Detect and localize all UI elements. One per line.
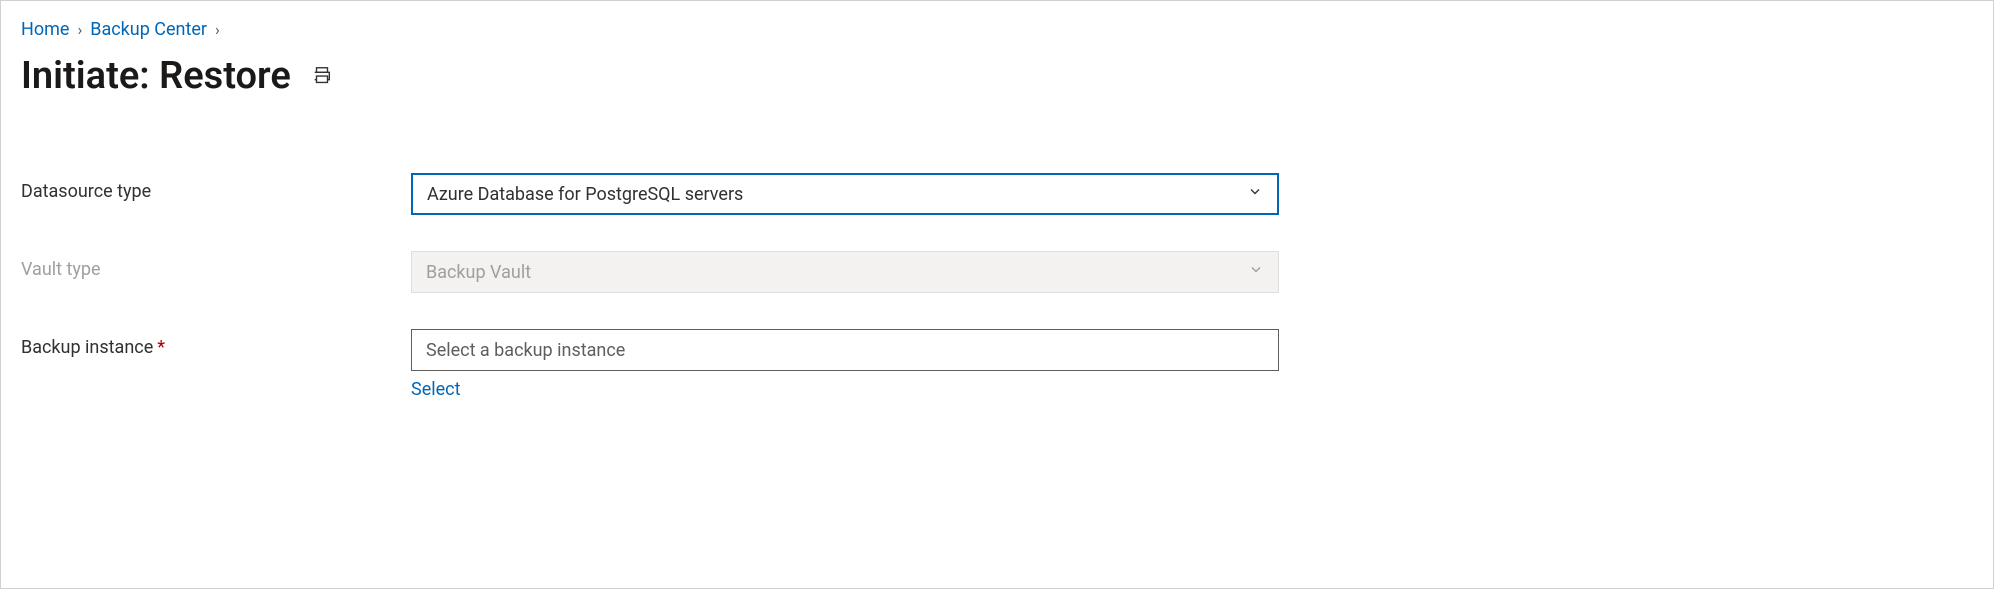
datasource-type-select[interactable]: Azure Database for PostgreSQL servers bbox=[411, 173, 1279, 215]
chevron-down-icon bbox=[1248, 262, 1264, 283]
form-row-datasource-type: Datasource type Azure Database for Postg… bbox=[21, 173, 1973, 215]
backup-instance-input[interactable] bbox=[411, 329, 1279, 371]
form-row-vault-type: Vault type Backup Vault bbox=[21, 251, 1973, 293]
print-icon[interactable] bbox=[311, 65, 333, 87]
backup-instance-label: Backup instance* bbox=[21, 329, 411, 358]
chevron-right-icon: › bbox=[77, 20, 82, 39]
page-title: Initiate: Restore bbox=[21, 54, 291, 98]
breadcrumb-home[interactable]: Home bbox=[21, 19, 69, 40]
datasource-type-label: Datasource type bbox=[21, 173, 411, 202]
chevron-down-icon bbox=[1247, 184, 1263, 205]
page-header: Initiate: Restore bbox=[21, 54, 1973, 98]
vault-type-label: Vault type bbox=[21, 251, 411, 280]
vault-type-value: Backup Vault bbox=[426, 262, 531, 283]
required-asterisk: * bbox=[157, 337, 165, 358]
vault-type-select: Backup Vault bbox=[411, 251, 1279, 293]
chevron-right-icon: › bbox=[215, 20, 220, 39]
form-row-backup-instance: Backup instance* Select bbox=[21, 329, 1973, 400]
breadcrumb-backup-center[interactable]: Backup Center bbox=[90, 19, 207, 40]
datasource-type-value: Azure Database for PostgreSQL servers bbox=[427, 184, 743, 205]
breadcrumb: Home › Backup Center › bbox=[21, 19, 1973, 40]
select-link[interactable]: Select bbox=[411, 379, 460, 400]
